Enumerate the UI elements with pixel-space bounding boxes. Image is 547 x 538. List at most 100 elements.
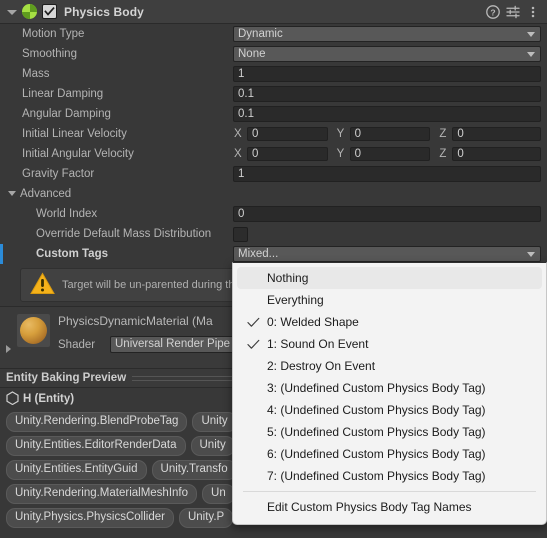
field-area: 0.1 (233, 86, 541, 102)
component-tag[interactable]: Un (202, 484, 235, 504)
menu-item-tag-7[interactable]: 7: (Undefined Custom Physics Body Tag) (237, 465, 542, 487)
field-area: 1 (233, 166, 541, 182)
component-header[interactable]: Physics Body ? (0, 0, 547, 24)
initial-angular-velocity-z-input[interactable]: 0 (452, 147, 542, 161)
menu-item-edit-custom-physics-body-tag-names[interactable]: Edit Custom Physics Body Tag Names (237, 496, 542, 518)
initial-angular-velocity-y-input[interactable]: 0 (349, 147, 431, 161)
motion-type-value: Dynamic (238, 28, 283, 40)
property-label: World Index (36, 208, 98, 220)
initial-angular-velocity-x-input[interactable]: 0 (247, 147, 328, 161)
value: 0 (354, 128, 362, 140)
value: 0 (457, 128, 464, 140)
property-row-initial-linear-velocity[interactable]: Initial Linear Velocity X 0 Y 0 Z 0 (0, 124, 547, 144)
menu-item-label: 4: (Undefined Custom Physics Body Tag) (267, 403, 486, 417)
value: 0 (252, 148, 259, 160)
custom-tags-dropdown[interactable]: Mixed... (233, 246, 541, 262)
component-tag[interactable]: Unity.Rendering.BlendProbeTag (6, 412, 188, 432)
component-tag[interactable]: Unity.Physics.PhysicsCollider (6, 508, 174, 528)
custom-tags-dropdown-menu[interactable]: Nothing Everything 0: Welded Shape 1: So… (232, 262, 547, 525)
material-sphere-preview (20, 317, 47, 344)
menu-item-everything[interactable]: Everything (237, 289, 542, 311)
menu-item-label: Nothing (267, 271, 309, 285)
initial-linear-velocity-y-input[interactable]: 0 (349, 127, 431, 141)
menu-item-tag-3[interactable]: 3: (Undefined Custom Physics Body Tag) (237, 377, 542, 399)
warning-text: Target will be un-parented during the (62, 279, 241, 291)
menu-item-label: Edit Custom Physics Body Tag Names (267, 500, 472, 514)
modified-property-accent-bar (0, 244, 3, 264)
initial-linear-velocity-x-input[interactable]: 0 (247, 127, 328, 141)
linear-damping-input[interactable]: 0.1 (233, 86, 541, 102)
angular-damping-value: 0.1 (238, 108, 254, 120)
advanced-label: Advanced (20, 188, 72, 200)
menu-item-nothing[interactable]: Nothing (237, 267, 542, 289)
vector-part-x: X 0 (233, 126, 336, 142)
menu-item-tag-4[interactable]: 4: (Undefined Custom Physics Body Tag) (237, 399, 542, 421)
property-row-gravity-factor[interactable]: Gravity Factor 1 (0, 164, 547, 184)
property-row-angular-damping[interactable]: Angular Damping 0.1 (0, 104, 547, 124)
menu-item-sound-on-event[interactable]: 1: Sound On Event (237, 333, 542, 355)
gravity-factor-input[interactable]: 1 (233, 166, 541, 182)
menu-item-label: 5: (Undefined Custom Physics Body Tag) (267, 425, 486, 439)
field-area: Mixed... (233, 246, 541, 262)
property-row-mass[interactable]: Mass 1 (0, 64, 547, 84)
property-row-initial-angular-velocity[interactable]: Initial Angular Velocity X 0 Y 0 Z 0 (0, 144, 547, 164)
initial-angular-velocity-vector3: X 0 Y 0 Z 0 (233, 146, 542, 162)
checkmark-icon (245, 317, 267, 328)
more-menu-icon[interactable] (524, 3, 541, 20)
property-label: Gravity Factor (22, 168, 95, 180)
shader-value: Universal Render Pipe (115, 338, 231, 350)
property-row-smoothing[interactable]: Smoothing None (0, 44, 547, 64)
entity-baking-preview-title: Entity Baking Preview (6, 372, 127, 384)
axis-label-y: Y (336, 128, 345, 140)
property-row-custom-tags[interactable]: Custom Tags Mixed... (0, 244, 547, 264)
chevron-down-icon (527, 252, 535, 257)
component-tag[interactable]: Unity.Transfo (151, 460, 237, 480)
component-tag[interactable]: Unity.Rendering.MaterialMeshInfo (6, 484, 198, 504)
advanced-foldout[interactable]: Advanced (0, 184, 547, 204)
component-tag[interactable]: Unity.P (178, 508, 234, 528)
menu-item-label: 7: (Undefined Custom Physics Body Tag) (267, 469, 486, 483)
mass-value: 1 (238, 68, 245, 80)
menu-item-destroy-on-event[interactable]: 2: Destroy On Event (237, 355, 542, 377)
property-label: Initial Angular Velocity (22, 148, 134, 160)
menu-item-tag-6[interactable]: 6: (Undefined Custom Physics Body Tag) (237, 443, 542, 465)
vector-part-z: Z 0 (438, 126, 542, 142)
axis-label-z: Z (439, 148, 447, 160)
help-icon[interactable]: ? (484, 3, 501, 20)
smoothing-dropdown[interactable]: None (233, 46, 541, 62)
gravity-factor-value: 1 (238, 168, 245, 180)
vector-part-z: Z 0 (438, 146, 542, 162)
component-enabled-checkbox[interactable] (42, 4, 57, 19)
component-tag[interactable]: Unity.Entities.EditorRenderData (6, 436, 186, 456)
property-row-world-index[interactable]: World Index 0 (0, 204, 547, 224)
vector-part-y: Y 0 (336, 146, 439, 162)
component-tag[interactable]: Unity (192, 412, 237, 432)
menu-item-tag-5[interactable]: 5: (Undefined Custom Physics Body Tag) (237, 421, 542, 443)
override-default-mass-distribution-checkbox[interactable] (233, 226, 248, 242)
property-label: Motion Type (22, 28, 85, 40)
property-row-motion-type[interactable]: Motion Type Dynamic (0, 24, 547, 44)
material-foldout-arrow-icon[interactable] (6, 345, 11, 353)
checkmark-icon (245, 339, 267, 350)
property-row-override-default-mass-distribution[interactable]: Override Default Mass Distribution (0, 224, 547, 244)
entity-hexagon-icon (6, 390, 19, 408)
component-tag[interactable]: Unity.Entities.EntityGuid (6, 460, 147, 480)
world-index-input[interactable]: 0 (233, 206, 541, 222)
smoothing-value: None (238, 48, 266, 60)
property-label: Linear Damping (22, 88, 104, 100)
material-thumbnail (17, 314, 50, 347)
advanced-foldout-label-wrap: Advanced (0, 188, 71, 200)
property-label: Override Default Mass Distribution (36, 228, 212, 240)
menu-item-welded-shape[interactable]: 0: Welded Shape (237, 311, 542, 333)
motion-type-dropdown[interactable]: Dynamic (233, 26, 541, 42)
component-tag[interactable]: Unity (190, 436, 235, 456)
property-label: Smoothing (22, 48, 77, 60)
field-area: Dynamic (233, 26, 541, 42)
mass-input[interactable]: 1 (233, 66, 541, 82)
property-row-linear-damping[interactable]: Linear Damping 0.1 (0, 84, 547, 104)
field-area: 0.1 (233, 106, 541, 122)
component-foldout-arrow-icon[interactable] (6, 6, 18, 18)
preset-icon[interactable] (504, 3, 521, 20)
angular-damping-input[interactable]: 0.1 (233, 106, 541, 122)
initial-linear-velocity-z-input[interactable]: 0 (452, 127, 542, 141)
